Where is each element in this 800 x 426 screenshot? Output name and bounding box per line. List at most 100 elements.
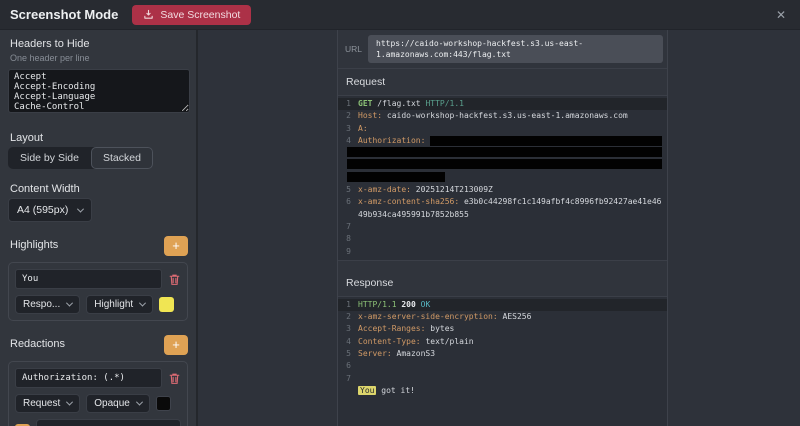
- line-number: 9: [338, 246, 358, 258]
- headers-to-hide-section: Headers to Hide One header per line Acce…: [8, 38, 188, 118]
- line-number: 5: [338, 348, 358, 360]
- layout-toggle: Side by Side Stacked: [8, 147, 153, 169]
- code-line: You got it!: [338, 385, 667, 397]
- redaction-style-value: Opaque: [94, 398, 130, 409]
- chevron-down-icon: [136, 399, 143, 406]
- add-highlight-button[interactable]: +: [164, 236, 188, 256]
- chevron-down-icon: [66, 399, 73, 406]
- code-line: 3Accept-Ranges: bytes: [338, 323, 667, 335]
- redaction-bar: [347, 147, 662, 157]
- line-number: 2: [338, 110, 358, 122]
- code-line: 1HTTP/1.1 200 OK: [338, 299, 667, 311]
- redaction-target-value: Request: [23, 398, 60, 409]
- code-token: caido-workshop-hackfest.s3.us-east-1.ama…: [382, 111, 628, 120]
- code-line: 3A:: [338, 123, 667, 135]
- code-line: 6: [338, 360, 667, 372]
- save-screenshot-label: Save Screenshot: [160, 9, 240, 21]
- page-title: Screenshot Mode: [10, 7, 118, 22]
- line-number: 1: [338, 299, 358, 311]
- layout-side-by-side-button[interactable]: Side by Side: [8, 147, 91, 169]
- highlight-color-swatch[interactable]: [159, 297, 174, 312]
- code-line: 4Authorization:: [338, 135, 667, 147]
- content-width-label: Content Width: [10, 183, 188, 195]
- highlights-label: Highlights: [10, 239, 58, 251]
- redaction-bar: [347, 172, 445, 182]
- code-line: 7: [338, 221, 667, 233]
- add-redaction-button[interactable]: +: [164, 335, 188, 355]
- code-token: HTTP/1.1: [358, 300, 397, 309]
- layout-stacked-button[interactable]: Stacked: [91, 147, 153, 169]
- line-number: 6: [338, 360, 358, 372]
- code-token: x-amz-content-sha256:: [358, 197, 459, 206]
- code-line: 8: [338, 233, 667, 245]
- close-icon[interactable]: ✕: [772, 8, 790, 22]
- code-line: 2x-amz-server-side-encryption: AES256: [338, 311, 667, 323]
- url-row: URL https://caido-workshop-hackfest.s3.u…: [338, 30, 667, 69]
- highlight-style-select[interactable]: Highlight: [86, 295, 153, 314]
- line-number: 6: [338, 196, 358, 208]
- code-token: AmazonS3: [392, 349, 435, 358]
- save-screenshot-button[interactable]: Save Screenshot: [132, 5, 251, 25]
- line-number: 4: [338, 336, 358, 348]
- code-token: Accept-Ranges:: [358, 324, 425, 333]
- code-token: 200: [401, 300, 415, 309]
- code-line: [338, 172, 667, 184]
- code-line: [338, 147, 667, 159]
- code-token: HTTP/1.1: [425, 99, 464, 108]
- highlights-section: Highlights + Respo...: [8, 236, 188, 321]
- request-code-block: 1GET /flag.txt HTTP/1.12Host: caido-work…: [338, 95, 667, 261]
- highlight-pattern-input[interactable]: [15, 269, 162, 289]
- code-token: GET: [358, 99, 372, 108]
- code-token: x-amz-date:: [358, 185, 411, 194]
- chevron-down-icon: [139, 300, 146, 307]
- trash-icon[interactable]: [168, 372, 181, 385]
- code-token: text/plain: [421, 337, 474, 346]
- code-token: Content-Type:: [358, 337, 421, 346]
- redaction-group-select[interactable]: Group 1: [36, 419, 181, 426]
- code-line: 5x-amz-date: 20251214T213009Z: [338, 184, 667, 196]
- highlight-target-value: Respo...: [23, 299, 60, 310]
- code-line: 7: [338, 373, 667, 385]
- line-number: 7: [338, 373, 358, 385]
- layout-label: Layout: [10, 132, 188, 144]
- line-number: 4: [338, 135, 358, 147]
- code-token: Authorization:: [358, 135, 430, 147]
- code-line: 4Content-Type: text/plain: [338, 336, 667, 348]
- code-line: [338, 159, 667, 171]
- response-section-title: Response: [338, 270, 667, 296]
- headers-to-hide-label: Headers to Hide: [10, 38, 188, 50]
- content-width-section: Content Width A4 (595px): [8, 183, 188, 222]
- code-token: 20251214T213009Z: [411, 185, 493, 194]
- request-section-title: Request: [338, 69, 667, 95]
- code-line: 2Host: caido-workshop-hackfest.s3.us-eas…: [338, 110, 667, 122]
- code-token: /flag.txt: [372, 99, 425, 108]
- headers-to-hide-sublabel: One header per line: [10, 53, 188, 63]
- trash-icon[interactable]: [168, 273, 181, 286]
- highlight-style-value: Highlight: [94, 299, 133, 310]
- line-number: 5: [338, 184, 358, 196]
- redaction-bar: [430, 136, 662, 146]
- code-token: Server:: [358, 349, 392, 358]
- code-token: got it!: [376, 386, 415, 395]
- preview-area: URL https://caido-workshop-hackfest.s3.u…: [198, 30, 800, 426]
- content-width-select[interactable]: A4 (595px): [8, 198, 92, 222]
- code-token: Host:: [358, 111, 382, 120]
- download-icon: [143, 9, 154, 20]
- line-number: 3: [338, 123, 358, 135]
- redaction-color-swatch[interactable]: [156, 396, 171, 411]
- line-number: 7: [338, 221, 358, 233]
- highlight-target-select[interactable]: Respo...: [15, 295, 80, 314]
- redaction-pattern-input[interactable]: [15, 368, 162, 388]
- url-label: URL: [342, 44, 362, 54]
- redaction-style-select[interactable]: Opaque: [86, 394, 150, 413]
- code-token: AES256: [498, 312, 532, 321]
- code-line: 1GET /flag.txt HTTP/1.1: [338, 98, 667, 110]
- settings-sidebar: Headers to Hide One header per line Acce…: [0, 30, 198, 426]
- content-width-value: A4 (595px): [17, 204, 68, 216]
- highlighted-text: You: [358, 386, 376, 395]
- line-number: 8: [338, 233, 358, 245]
- line-number: 2: [338, 311, 358, 323]
- redaction-target-select[interactable]: Request: [15, 394, 80, 413]
- code-token: x-amz-server-side-encryption:: [358, 312, 498, 321]
- headers-to-hide-textarea[interactable]: Accept Accept-Encoding Accept-Language C…: [8, 69, 190, 113]
